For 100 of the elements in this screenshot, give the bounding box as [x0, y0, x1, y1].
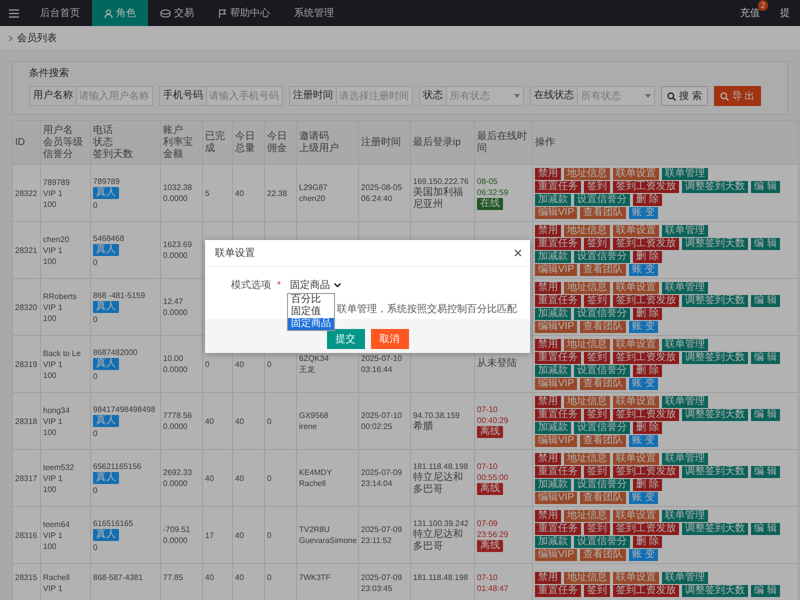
action-button[interactable]: 签到工资发放: [613, 181, 679, 193]
action-button[interactable]: 删 除: [633, 365, 662, 377]
action-button[interactable]: 查看团队: [580, 321, 626, 333]
action-button[interactable]: 加减款: [535, 251, 571, 263]
action-button[interactable]: 删 除: [633, 308, 662, 320]
action-button[interactable]: 设置信誉分: [574, 479, 630, 491]
action-button[interactable]: 联单管理: [662, 453, 708, 465]
action-button[interactable]: 加减款: [535, 536, 571, 548]
dropdown-option[interactable]: 固定值: [288, 306, 334, 318]
action-button[interactable]: 设置信誉分: [574, 536, 630, 548]
action-button[interactable]: 签到: [584, 238, 610, 250]
action-button[interactable]: 禁用: [535, 396, 561, 408]
action-button[interactable]: 禁用: [535, 225, 561, 237]
action-button[interactable]: 编辑VIP: [535, 378, 578, 390]
status-select[interactable]: 所有状态: [578, 86, 655, 106]
action-button[interactable]: 重置任务: [535, 466, 581, 478]
action-button[interactable]: 调整签到天数: [682, 409, 748, 421]
action-button[interactable]: 联单设置: [613, 339, 659, 351]
action-button[interactable]: 签到: [584, 466, 610, 478]
action-button[interactable]: 删 除: [633, 479, 662, 491]
action-button[interactable]: 编辑VIP: [535, 492, 578, 504]
action-button[interactable]: 签到工资发放: [613, 295, 679, 307]
action-button[interactable]: 签到: [584, 585, 610, 597]
action-button[interactable]: 加减款: [535, 365, 571, 377]
action-button[interactable]: 签到工资发放: [613, 352, 679, 364]
action-button[interactable]: 查看团队: [580, 264, 626, 276]
action-button[interactable]: 调整签到天数: [682, 585, 748, 597]
action-button[interactable]: 重置任务: [535, 295, 581, 307]
nav-tab[interactable]: 后台首页: [28, 0, 92, 26]
action-button[interactable]: 地址信息: [564, 339, 610, 351]
action-button[interactable]: 重置任务: [535, 181, 581, 193]
action-button[interactable]: 联单管理: [662, 282, 708, 294]
action-button[interactable]: 调整签到天数: [682, 181, 748, 193]
nav-link[interactable]: 充值: [740, 8, 760, 19]
action-button[interactable]: 账 变: [629, 321, 658, 333]
dropdown-option[interactable]: 百分比: [288, 294, 334, 306]
action-button[interactable]: 联单管理: [662, 572, 708, 584]
action-button[interactable]: 设置信誉分: [574, 422, 630, 434]
action-button[interactable]: 地址信息: [564, 510, 610, 522]
action-button[interactable]: 重置任务: [535, 409, 581, 421]
nav-tab[interactable]: 交易: [148, 0, 206, 26]
close-icon[interactable]: [514, 249, 522, 257]
action-button[interactable]: 删 除: [633, 194, 662, 206]
action-button[interactable]: 重置任务: [535, 523, 581, 535]
action-button[interactable]: 加减款: [535, 194, 571, 206]
action-button[interactable]: 账 变: [629, 435, 658, 447]
action-button[interactable]: 查看团队: [580, 549, 626, 561]
action-button[interactable]: 编 辑: [751, 238, 780, 250]
action-button[interactable]: 地址信息: [564, 282, 610, 294]
action-button[interactable]: 禁用: [535, 282, 561, 294]
action-button[interactable]: 调整签到天数: [682, 295, 748, 307]
action-button[interactable]: 编辑VIP: [535, 207, 578, 219]
action-button[interactable]: 禁用: [535, 572, 561, 584]
action-button[interactable]: 编 辑: [751, 409, 780, 421]
action-button[interactable]: 编辑VIP: [535, 321, 578, 333]
input-field[interactable]: 请选择注册时间: [337, 86, 413, 106]
action-button[interactable]: 地址信息: [564, 225, 610, 237]
action-button[interactable]: 账 变: [629, 492, 658, 504]
dropdown-option[interactable]: 固定商品: [288, 318, 334, 330]
submit-button[interactable]: 提交: [326, 329, 364, 349]
action-button[interactable]: 账 变: [629, 207, 658, 219]
export-button[interactable]: 导 出: [714, 86, 761, 106]
action-button[interactable]: 禁用: [535, 510, 561, 522]
action-button[interactable]: 签到工资发放: [613, 409, 679, 421]
action-button[interactable]: 调整签到天数: [682, 466, 748, 478]
action-button[interactable]: 地址信息: [564, 168, 610, 180]
action-button[interactable]: 联单管理: [662, 510, 708, 522]
input-field[interactable]: 请输入手机号码: [207, 86, 283, 106]
action-button[interactable]: 联单设置: [613, 453, 659, 465]
action-button[interactable]: 账 变: [629, 264, 658, 276]
action-button[interactable]: 设置信誉分: [574, 194, 630, 206]
action-button[interactable]: 签到: [584, 409, 610, 421]
breadcrumb[interactable]: 会员列表: [17, 31, 57, 45]
action-button[interactable]: 重置任务: [535, 238, 581, 250]
action-button[interactable]: 签到工资发放: [613, 466, 679, 478]
input-field[interactable]: 请输入用户名称: [77, 86, 153, 106]
status-select[interactable]: 所有状态: [447, 86, 524, 106]
action-button[interactable]: 联单设置: [613, 225, 659, 237]
action-button[interactable]: 签到工资发放: [613, 585, 679, 597]
nav-link[interactable]: 提: [780, 8, 790, 19]
action-button[interactable]: 账 变: [629, 378, 658, 390]
action-button[interactable]: 地址信息: [564, 453, 610, 465]
action-button[interactable]: 重置任务: [535, 585, 581, 597]
action-button[interactable]: 调整签到天数: [682, 523, 748, 535]
action-button[interactable]: 地址信息: [564, 572, 610, 584]
action-button[interactable]: 账 变: [629, 549, 658, 561]
action-button[interactable]: 编辑VIP: [535, 549, 578, 561]
action-button[interactable]: 查看团队: [580, 492, 626, 504]
action-button[interactable]: 联单管理: [662, 168, 708, 180]
action-button[interactable]: 编辑VIP: [535, 435, 578, 447]
action-button[interactable]: 签到: [584, 523, 610, 535]
action-button[interactable]: 联单管理: [662, 339, 708, 351]
nav-tab[interactable]: 系统管理: [282, 0, 346, 26]
action-button[interactable]: 地址信息: [564, 396, 610, 408]
action-button[interactable]: 加减款: [535, 308, 571, 320]
action-button[interactable]: 联单设置: [613, 396, 659, 408]
action-button[interactable]: 加减款: [535, 479, 571, 491]
action-button[interactable]: 重置任务: [535, 352, 581, 364]
action-button[interactable]: 签到工资发放: [613, 238, 679, 250]
action-button[interactable]: 调整签到天数: [682, 238, 748, 250]
